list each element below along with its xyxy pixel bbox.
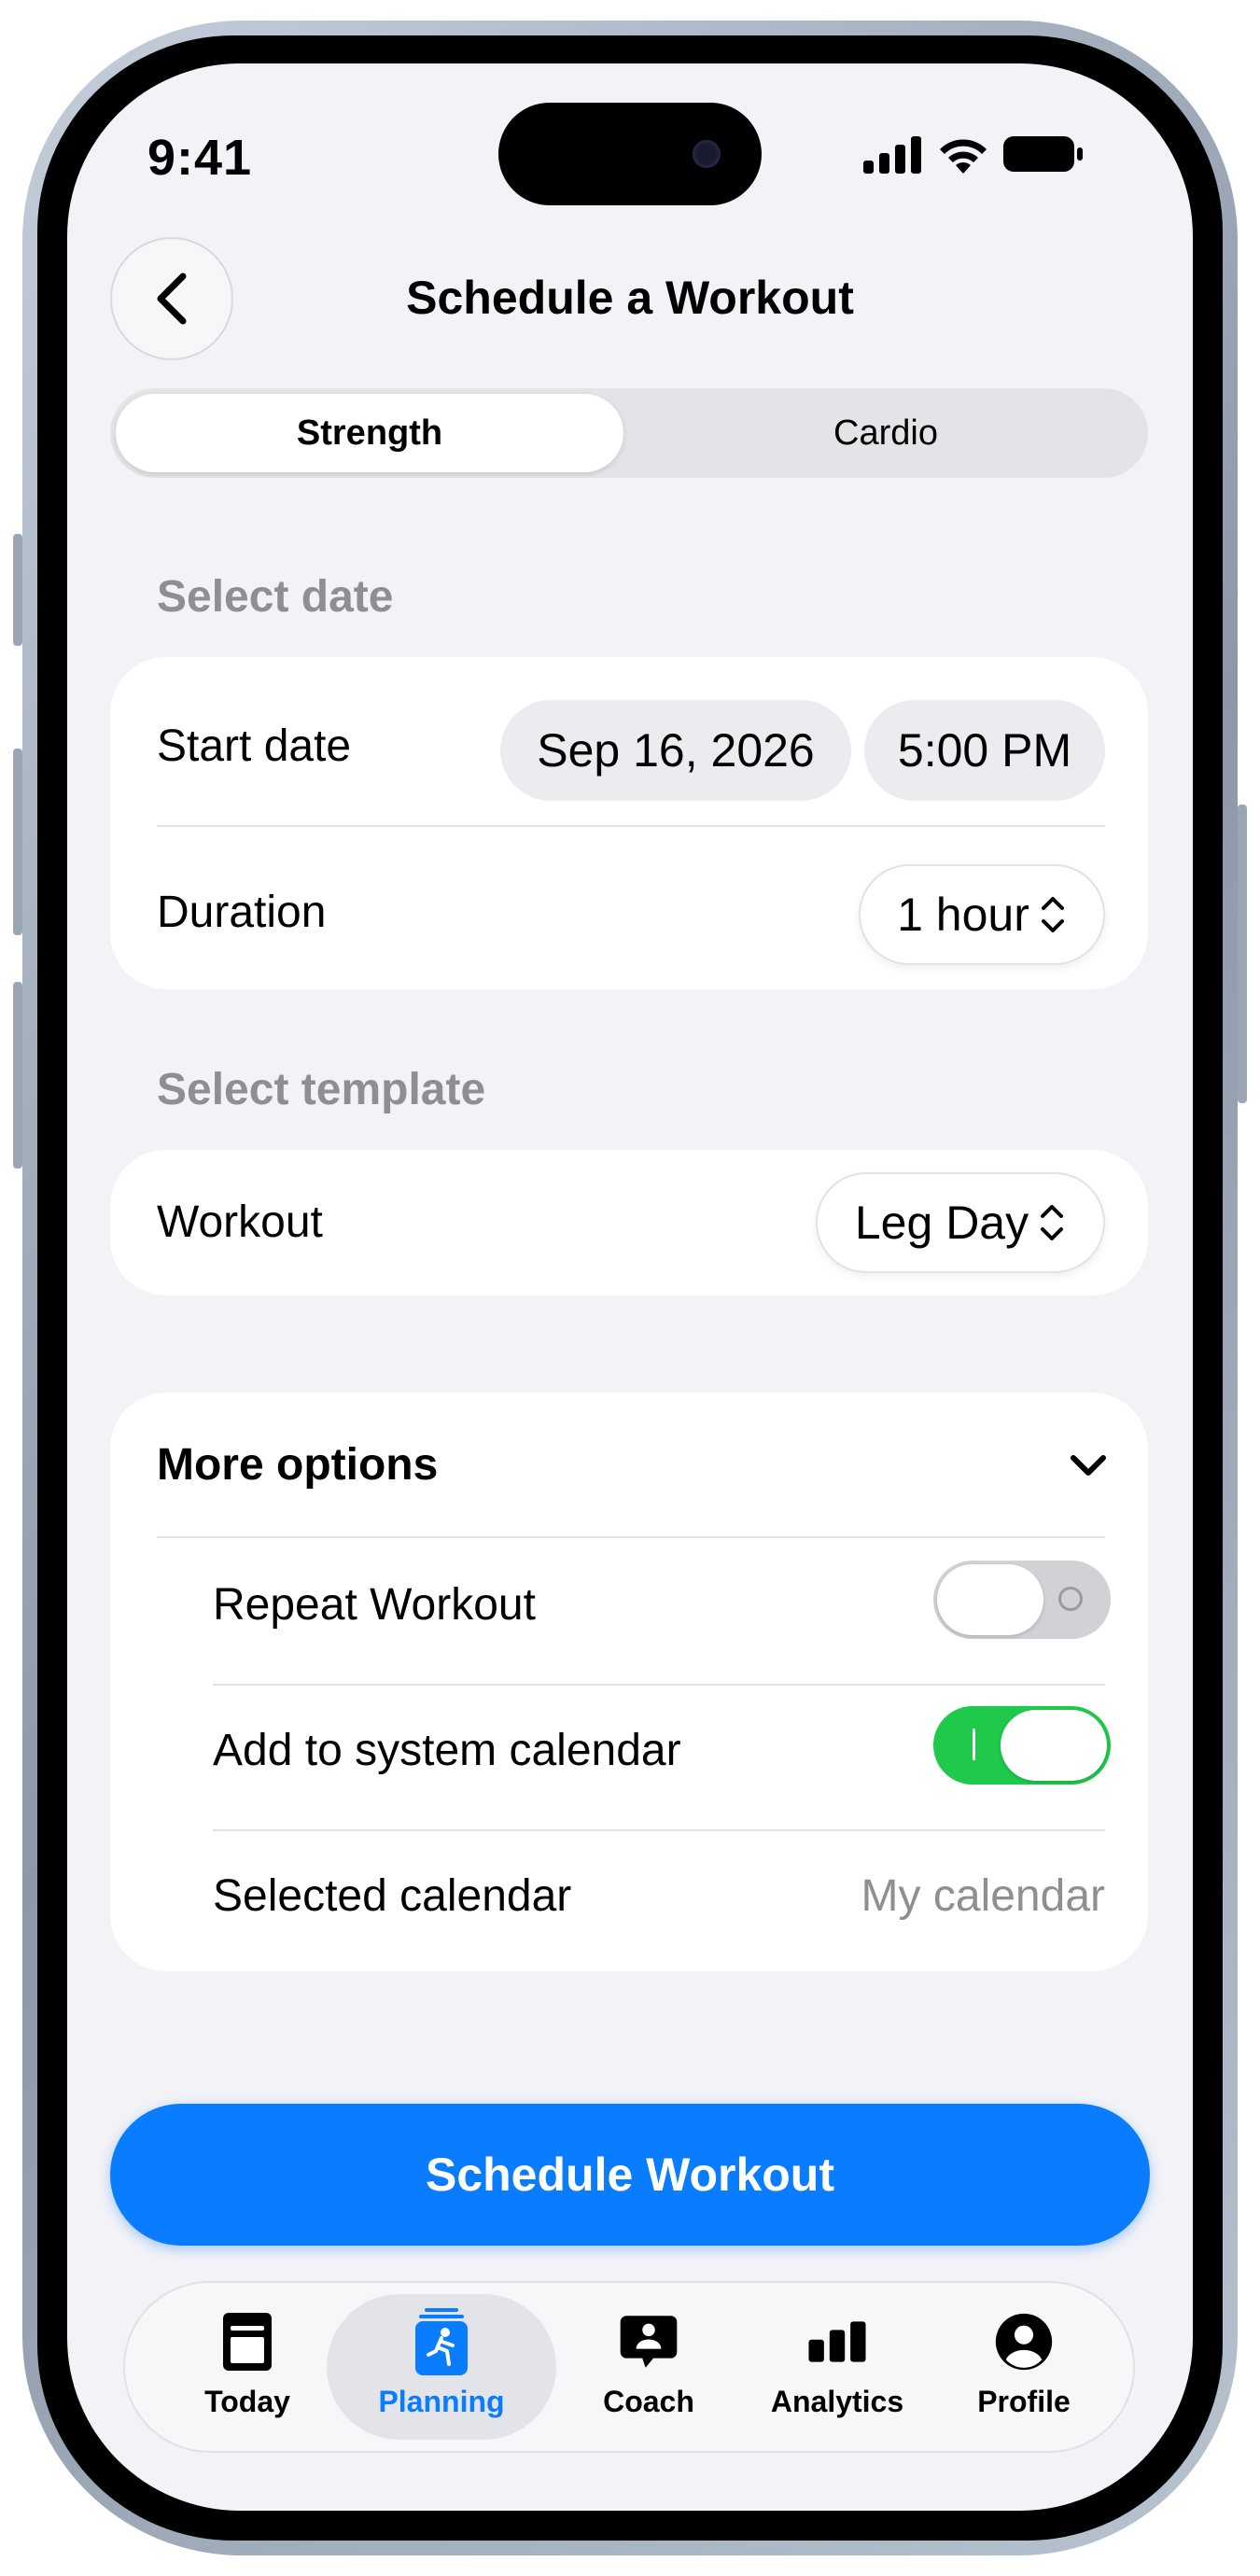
wifi-icon	[935, 133, 991, 180]
chevron-left-icon	[157, 273, 187, 325]
start-date-label: Start date	[157, 721, 352, 771]
tab-label: Profile	[977, 2385, 1071, 2418]
duration-value: 1 hour	[897, 889, 1029, 941]
toggle-knob	[1001, 1710, 1107, 1781]
divider	[157, 825, 1105, 827]
tab-analytics[interactable]: Analytics	[739, 2294, 935, 2440]
more-options-card: More options Repeat Workout Add to syste…	[110, 1393, 1148, 1971]
start-time-picker[interactable]: 5:00 PM	[864, 700, 1105, 801]
selected-calendar-value[interactable]: My calendar	[861, 1870, 1105, 1922]
chevron-up-down-icon	[1041, 1205, 1064, 1240]
volume-down-button	[13, 982, 22, 1169]
duration-label: Duration	[157, 888, 327, 937]
tab-planning[interactable]: Planning	[327, 2294, 556, 2440]
workout-template-picker[interactable]: Leg Day	[816, 1172, 1105, 1273]
workout-value: Leg Day	[854, 1197, 1029, 1249]
battery-icon	[1003, 134, 1084, 178]
divider	[213, 1829, 1105, 1831]
power-button	[1238, 805, 1247, 1103]
tab-profile[interactable]: Profile	[926, 2294, 1122, 2440]
duration-picker[interactable]: 1 hour	[859, 864, 1105, 965]
workout-type-segmented-control: Strength Cardio	[110, 388, 1148, 478]
selected-calendar-label: Selected calendar	[213, 1871, 572, 1921]
date-card: Start date Sep 16, 2026 5:00 PM Duration…	[110, 657, 1148, 989]
planning-icon	[412, 2308, 471, 2375]
add-to-calendar-toggle[interactable]	[933, 1706, 1111, 1785]
divider	[213, 1684, 1105, 1686]
tab-label: Today	[204, 2385, 290, 2418]
divider	[157, 1536, 1105, 1538]
status-time: 9:41	[147, 130, 253, 186]
tab-label: Coach	[603, 2385, 694, 2418]
analytics-icon	[807, 2312, 867, 2372]
template-card: Workout Leg Day	[110, 1150, 1148, 1295]
schedule-workout-button[interactable]: Schedule Workout	[110, 2104, 1150, 2246]
off-indicator-icon	[1058, 1587, 1083, 1611]
dynamic-island	[498, 103, 762, 205]
tab-label: Analytics	[770, 2385, 904, 2418]
tab-label: Planning	[378, 2385, 505, 2418]
today-icon	[217, 2312, 277, 2372]
tab-coach[interactable]: Coach	[551, 2294, 747, 2440]
repeat-workout-label: Repeat Workout	[213, 1580, 536, 1630]
more-options-title: More options	[157, 1440, 439, 1490]
page-title: Schedule a Workout	[406, 272, 854, 324]
toggle-knob	[937, 1564, 1043, 1635]
start-date-picker[interactable]: Sep 16, 2026	[500, 700, 851, 801]
section-label-select-template: Select template	[157, 1065, 486, 1114]
segment-strength[interactable]: Strength	[116, 394, 623, 472]
camera-icon	[693, 140, 721, 168]
on-indicator-icon	[973, 1729, 975, 1760]
section-label-select-date: Select date	[157, 572, 394, 622]
mute-switch	[13, 534, 22, 646]
cellular-signal-icon	[863, 134, 923, 180]
workout-label: Workout	[157, 1197, 323, 1247]
add-to-calendar-label: Add to system calendar	[213, 1726, 681, 1775]
chevron-down-icon	[1071, 1455, 1106, 1476]
coach-icon	[619, 2312, 679, 2372]
repeat-workout-toggle[interactable]	[933, 1561, 1111, 1639]
tab-bar: Today Planning Coach Analytics Profile	[123, 2281, 1135, 2453]
profile-icon	[994, 2312, 1054, 2372]
volume-up-button	[13, 749, 22, 935]
screen: 9:41 Schedule a Workout Strength Cardio …	[67, 63, 1193, 2511]
chevron-up-down-icon	[1041, 897, 1064, 932]
tab-today[interactable]: Today	[149, 2294, 345, 2440]
more-options-header[interactable]: More options	[110, 1393, 1148, 1536]
back-button[interactable]	[110, 237, 233, 360]
segment-cardio[interactable]: Cardio	[629, 394, 1142, 472]
